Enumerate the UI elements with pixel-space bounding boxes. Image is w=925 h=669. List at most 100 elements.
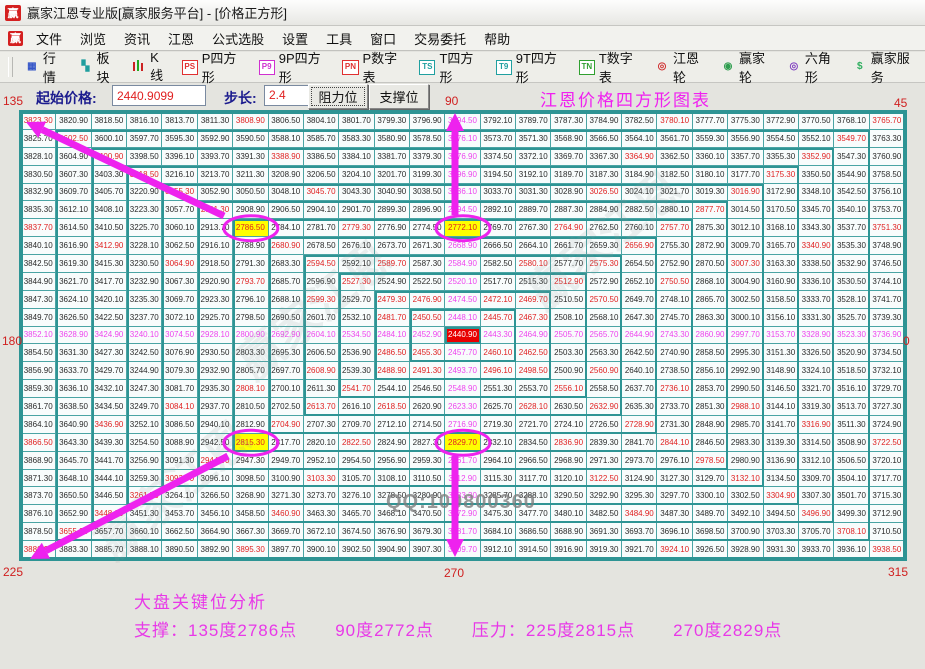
toolbar-item-1[interactable]: ▚ 板块: [72, 46, 126, 88]
grid-cell: 3516.10: [834, 380, 870, 399]
grid-cell: 3180.10: [692, 165, 729, 184]
grid-cell: 2484.10: [374, 326, 410, 345]
grid-cell: 2860.90: [692, 326, 729, 345]
toolbar-item-label: K线: [150, 50, 164, 83]
grid-cell: 3734.50: [869, 344, 905, 363]
grid-cell: 2906.50: [268, 201, 304, 220]
grid-cell: 3686.50: [516, 523, 552, 542]
grid-cell: 2868.10: [692, 272, 729, 291]
grid-cell: 3072.10: [162, 308, 198, 327]
grid-cell: 3228.10: [127, 237, 163, 256]
toolbar-item-0[interactable]: ▦ 行情: [19, 46, 73, 88]
grid-cell: 3820.90: [56, 112, 92, 130]
toolbar-item-10[interactable]: ◉ 赢家轮: [715, 46, 781, 88]
grid-cell: 3856.90: [21, 362, 57, 381]
grid-cell: 3165.70: [763, 237, 799, 256]
grid-cell: 3036.10: [445, 183, 481, 202]
grid-cell: 3688.90: [551, 523, 587, 542]
grid-cell: 2671.30: [409, 237, 446, 256]
toolbar-item-7[interactable]: T9 9T四方形: [490, 46, 573, 88]
grid-cell: 3031.30: [516, 183, 552, 202]
grid-cell: 3254.50: [127, 433, 163, 452]
grid-cell: 3369.70: [551, 147, 587, 166]
grid-cell: 2724.10: [551, 415, 587, 434]
degree-label-180: 180: [2, 334, 23, 348]
grid-cell: 2781.70: [303, 219, 340, 238]
toolbar-item-11[interactable]: ◎ 六角形: [781, 46, 847, 88]
grid-cell: 3400.90: [91, 147, 128, 166]
grid-cell: 2973.70: [622, 451, 658, 470]
grid-cell: 3544.90: [834, 165, 870, 184]
kline-candles-icon: [132, 60, 147, 74]
grid-cell: 2853.70: [692, 380, 729, 399]
nine-t-square-icon: T9: [495, 59, 512, 75]
grid-cell: 2755.30: [657, 237, 693, 256]
grid-cell: 3309.70: [798, 469, 835, 488]
toolbar-item-12[interactable]: $ 赢家服务: [847, 46, 925, 88]
grid-cell: 2546.50: [409, 380, 446, 399]
grid-cell: 3103.30: [303, 469, 340, 488]
grid-cell: 3328.90: [798, 326, 835, 345]
grid-cell: 2455.30: [409, 344, 446, 363]
toolbar-item-2[interactable]: K线: [126, 48, 176, 86]
grid-cell: 3892.90: [197, 541, 234, 559]
grid-cell: 3115.30: [480, 469, 517, 488]
grid-cell: 2623.30: [445, 398, 481, 416]
grid-cell: 3048.10: [268, 183, 304, 202]
grid-cell: 3744.10: [869, 272, 905, 291]
grid-cell: 2990.50: [728, 380, 764, 399]
grid-cell: 3290.50: [551, 487, 587, 506]
grid-cell: 3345.70: [798, 201, 835, 220]
grid-cell: 3753.70: [869, 201, 905, 220]
grid-cell: 3926.50: [692, 541, 729, 559]
grid-cell: 2493.70: [445, 362, 481, 381]
grid-cell: 3715.30: [869, 487, 905, 506]
toolbar-item-8[interactable]: TN T数字表: [573, 46, 649, 88]
grid-cell: 3079.30: [162, 362, 198, 381]
grid-cell: 3794.50: [445, 112, 481, 130]
grid-cell: 2712.10: [374, 415, 410, 434]
toolbar-item-5[interactable]: PN P数字表: [336, 46, 413, 88]
grid-cell: 3000.10: [728, 308, 764, 327]
grid-cell: 2995.30: [728, 344, 764, 363]
grid-cell: 3292.90: [586, 487, 623, 506]
grid-cell: 2620.90: [409, 398, 446, 416]
grid-cell: 2834.50: [516, 433, 552, 452]
grid-cell: 2584.90: [445, 255, 481, 273]
grid-cell: 3897.70: [268, 541, 304, 559]
start-price-input[interactable]: [112, 85, 206, 106]
grid-cell: 3614.50: [56, 219, 92, 238]
resistance-button[interactable]: 阻力位: [308, 84, 368, 109]
grid-cell: 3422.50: [91, 308, 128, 327]
toolbar-item-9[interactable]: ◎ 江恩轮: [649, 46, 715, 88]
grid-cell: 2844.10: [657, 433, 693, 452]
grid-cell: 3684.10: [480, 523, 517, 542]
grid-cell: 3573.70: [480, 129, 517, 148]
grid-cell: 3936.10: [834, 541, 870, 559]
grid-cell: 2541.70: [339, 380, 375, 399]
toolbar-item-3[interactable]: PS P四方形: [176, 46, 253, 88]
support-button[interactable]: 支撑位: [369, 84, 429, 109]
grid-cell: 3189.70: [551, 165, 587, 184]
grid-cell: 3825.70: [21, 129, 57, 148]
grid-cell: 3669.70: [268, 523, 304, 542]
grid-cell: 3724.90: [869, 415, 905, 434]
analysis-line: 支撑：135度2786点 90度2772点 压力：225度2815点 270度2829…: [134, 616, 820, 641]
grid-cell: 3844.90: [21, 272, 57, 291]
grid-cell: 2498.50: [516, 362, 552, 381]
analysis-segment-1: 90度2772点: [335, 621, 434, 640]
toolbar-item-4[interactable]: P9 9P四方形: [253, 46, 337, 88]
grid-cell: 2896.90: [409, 201, 446, 220]
toolbar: ▦ 行情 ▚ 板块 K线 PS P四方形 P9 9P四方形 PN P数字表 TS T四方形 T9 9T四方形…: [0, 50, 925, 85]
grid-cell: 2474.50: [445, 290, 481, 309]
grid-cell: 3537.70: [834, 219, 870, 238]
grid-cell: 3172.90: [763, 183, 799, 202]
grid-cell: 3823.30: [21, 112, 57, 130]
grid-cell: 3667.30: [233, 523, 269, 542]
grid-cell: 3415.30: [91, 255, 128, 273]
grid-cell: 2719.30: [480, 415, 517, 434]
toolbar-item-6[interactable]: TS T四方形: [413, 46, 489, 88]
grid-cell: 3789.70: [516, 112, 552, 130]
grid-cell: 2863.30: [692, 308, 729, 327]
grid-cell: 3928.90: [728, 541, 764, 559]
